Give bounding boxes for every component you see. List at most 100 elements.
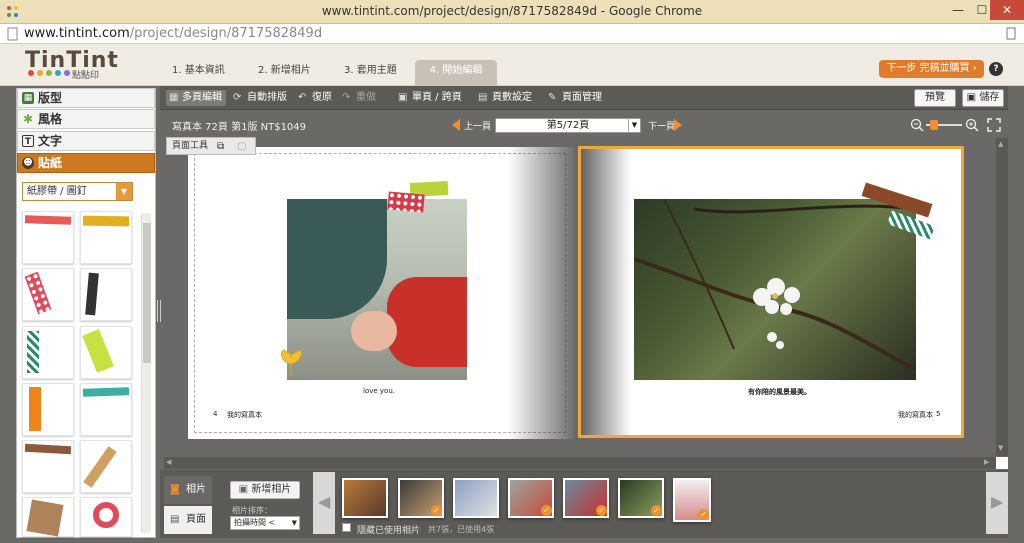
- scroll-up-icon[interactable]: ▲: [998, 140, 1003, 148]
- scroll-right-icon[interactable]: ▶: [984, 458, 989, 466]
- grid-icon: ▦: [169, 92, 179, 103]
- sticker-item[interactable]: [22, 326, 74, 379]
- page-shadow: [508, 147, 575, 439]
- add-photo-button[interactable]: ▣ 新增相片: [230, 481, 300, 499]
- zoom-slider-thumb[interactable]: [930, 120, 938, 130]
- scroll-down-icon[interactable]: ▼: [998, 444, 1003, 452]
- next-page-icon[interactable]: [674, 119, 682, 131]
- logo-dot: [37, 70, 43, 76]
- sticker-item[interactable]: [80, 268, 132, 321]
- sticker-item[interactable]: [80, 497, 132, 537]
- tape-sticker-dots[interactable]: [387, 191, 425, 213]
- sticker-item[interactable]: [22, 211, 74, 264]
- canvas-vertical-scrollbar[interactable]: ▲ ▼: [996, 138, 1008, 456]
- sticker-type-select[interactable]: 紙膠帶 / 圖釘 ▼: [22, 182, 133, 201]
- photo-thumbnail[interactable]: ✓: [673, 478, 711, 522]
- used-check-icon: ✓: [541, 505, 552, 516]
- page-shadow: [581, 149, 631, 435]
- prev-page-icon[interactable]: [452, 119, 460, 131]
- scrollbar-thumb[interactable]: [143, 223, 151, 363]
- page-tools-bar: 頁面工具 ⧉ ▢: [166, 137, 256, 155]
- tray-scroll-left[interactable]: ◀: [313, 472, 335, 534]
- page-select-value: 第5/72頁: [546, 120, 590, 131]
- sticker-item[interactable]: [80, 326, 132, 379]
- sticker-item[interactable]: [80, 383, 132, 436]
- step-start-editing[interactable]: 4. 開始編輯: [415, 60, 497, 86]
- tab-label: 相片: [186, 484, 206, 495]
- step-basic-info[interactable]: 1. 基本資訊: [162, 60, 235, 86]
- tray-scroll-right[interactable]: ▶: [986, 472, 1008, 534]
- select-value: 紙膠帶 / 圖釘: [27, 186, 87, 197]
- preview-button[interactable]: 預覽: [914, 89, 956, 107]
- sticker-item[interactable]: [80, 440, 132, 493]
- photo-thumbnail[interactable]: ✓: [398, 478, 444, 518]
- fullscreen-icon[interactable]: [987, 118, 1001, 132]
- single-spread-button[interactable]: ▣ 單頁 / 跨頁: [398, 90, 462, 106]
- page-settings-button[interactable]: ▤ 頁數設定: [478, 90, 532, 106]
- copy-page-icon[interactable]: ⧉: [217, 139, 224, 155]
- tab-pages[interactable]: ▤ 頁面: [164, 506, 212, 534]
- sticker-item[interactable]: [22, 497, 74, 537]
- text-icon: T: [22, 135, 34, 147]
- photo-count: 共7張，已使用4張: [428, 525, 495, 534]
- redo-button[interactable]: ↷ 重做: [342, 90, 376, 106]
- spread-icon: ▣: [398, 92, 408, 103]
- help-icon[interactable]: ?: [989, 62, 1003, 76]
- button-label: 多頁編輯: [182, 92, 222, 103]
- photo-thumbnail[interactable]: [453, 478, 499, 518]
- address-bar[interactable]: www.tintint.com/project/design/871758284…: [0, 24, 1024, 44]
- left-caption[interactable]: love you.: [363, 387, 395, 395]
- sticker-item[interactable]: [22, 440, 74, 493]
- zoom-out-icon[interactable]: [910, 118, 924, 132]
- scroll-corner: [996, 457, 1008, 469]
- chevron-left-icon: ◀: [318, 492, 331, 511]
- sort-select[interactable]: 拍攝時間 < ▼: [230, 516, 300, 530]
- auto-layout-button[interactable]: ⟳ 自動排版: [233, 90, 287, 106]
- hide-used-checkbox[interactable]: [342, 523, 351, 532]
- category-stickers[interactable]: ☻ 貼紙: [17, 153, 155, 173]
- prev-page-link[interactable]: 上一頁: [464, 119, 491, 132]
- tab-photos[interactable]: ◙ 相片: [164, 476, 212, 504]
- used-check-icon: ✓: [431, 505, 442, 516]
- page-select[interactable]: 第5/72頁 ▼: [495, 118, 641, 133]
- button-label: 重做: [356, 92, 376, 103]
- sticker-icon: ☻: [22, 157, 34, 169]
- photo-holding-hands[interactable]: [287, 199, 467, 380]
- photo-thumbnail[interactable]: ✓: [563, 478, 609, 518]
- right-caption[interactable]: 有你陪的風景最美。: [748, 387, 811, 397]
- chevron-right-icon: ▶: [991, 492, 1004, 511]
- zoom-in-icon[interactable]: [965, 118, 979, 132]
- multi-page-edit-button[interactable]: ▦ 多頁編輯: [166, 90, 226, 106]
- zoom-slider[interactable]: [926, 120, 962, 130]
- photo-thumbnail[interactable]: ✓: [508, 478, 554, 518]
- close-icon[interactable]: ✕: [990, 0, 1024, 20]
- sticker-item[interactable]: [80, 211, 132, 264]
- category-layout[interactable]: ▦ 版型: [17, 88, 155, 108]
- next-page-link[interactable]: 下一頁: [648, 119, 675, 132]
- photo-white-blossom[interactable]: [634, 199, 916, 380]
- photo-thumbnail[interactable]: ✓: [618, 478, 664, 518]
- category-text[interactable]: T 文字: [17, 131, 155, 151]
- category-style[interactable]: ✱ 風格: [17, 109, 155, 129]
- sticker-item[interactable]: [22, 383, 74, 436]
- category-label: 風格: [38, 112, 63, 126]
- scroll-left-icon[interactable]: ◀: [166, 458, 171, 466]
- sticker-item[interactable]: [22, 268, 74, 321]
- step-add-photos[interactable]: 2. 新增相片: [248, 60, 321, 86]
- save-button[interactable]: ▣ 儲存: [962, 89, 1004, 107]
- sticker-scrollbar[interactable]: [141, 213, 151, 533]
- step-apply-theme[interactable]: 3. 套用主題: [334, 60, 407, 86]
- undo-button[interactable]: ↶ 復原: [298, 90, 332, 106]
- panel-resize-handle[interactable]: [157, 300, 161, 322]
- photo-thumbnail[interactable]: [342, 478, 388, 518]
- paste-page-icon[interactable]: ▢: [237, 139, 246, 155]
- canvas-horizontal-scrollbar[interactable]: ◀ ▶: [164, 457, 996, 469]
- page-manage-button[interactable]: ✎ 頁面管理: [548, 90, 602, 106]
- next-step-button[interactable]: 下一步 完稿並購買 ›: [879, 60, 984, 78]
- book-summary: 寫真本 72頁 第1版 NT$1049: [172, 122, 307, 133]
- logo-subtitle: 點點印: [72, 71, 100, 81]
- ginkgo-leaf-sticker[interactable]: [278, 348, 304, 378]
- page-options-icon[interactable]: [1004, 26, 1018, 42]
- button-label: 頁數設定: [492, 92, 532, 103]
- pages-icon: ▤: [170, 514, 180, 525]
